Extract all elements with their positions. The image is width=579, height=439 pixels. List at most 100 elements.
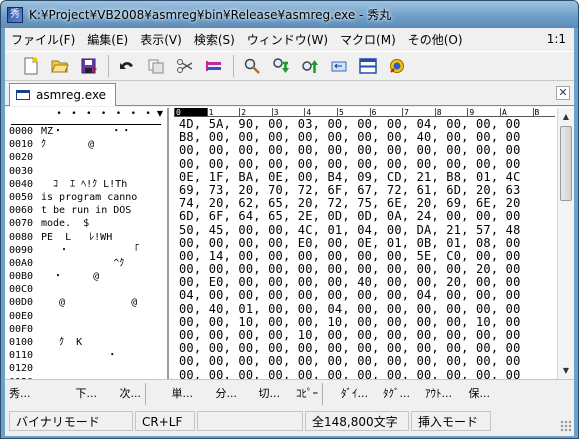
fkey-4[interactable]: 単... — [145, 382, 197, 405]
tab-asmreg[interactable]: asmreg.exe — [9, 83, 116, 106]
ascii-line: 00F0 — [9, 323, 139, 336]
hex-column-ruler: 0123456789AB — [174, 108, 555, 117]
ruler-column-label: 3 — [271, 108, 305, 117]
line-address: 0100 — [9, 337, 34, 348]
line-text: ｸ K — [41, 337, 83, 348]
ascii-line: 0030 — [9, 165, 139, 178]
fkey-2[interactable]: 下... — [43, 383, 101, 405]
menu-view[interactable]: 表示(V) — [134, 31, 188, 49]
split-window-icon — [359, 58, 377, 74]
line-address: 0080 — [9, 231, 34, 243]
return-icon — [331, 61, 347, 72]
ascii-line: 0090 ・ 「 — [9, 244, 139, 257]
hex-row: 6D, 6F, 64, 65, 2E, 0D, 0D, 0A, 24, 00, … — [179, 209, 521, 224]
line-text: @ @ — [41, 297, 138, 309]
line-address: 0110 — [9, 350, 34, 362]
fkey-3[interactable]: 次... — [101, 383, 145, 405]
app-window: 秀 K:¥Project¥VB2008¥asmreg¥bin¥Release¥a… — [0, 0, 579, 439]
ascii-line: 00A0 ^ｸ — [9, 257, 139, 270]
line-address: 0060 — [9, 205, 34, 217]
ascii-line: 00C0 — [9, 283, 139, 296]
line-text: ・ — [41, 350, 118, 362]
jump-back-button[interactable] — [327, 54, 351, 78]
menu-edit[interactable]: 編集(E) — [81, 31, 134, 49]
function-key-bar: 秀... 下... 次... 単... 分... 切... ｺﾋﾟｰ ﾀﾞｲ..… — [5, 379, 574, 407]
fkey-7[interactable]: ｺﾋﾟｰ — [284, 383, 322, 405]
line-address: 0010 — [9, 139, 34, 151]
fkey-10[interactable]: ｱｳﾄ... — [414, 383, 456, 405]
line-text: ^ｸ — [41, 257, 125, 269]
ascii-line: 0120 — [9, 362, 139, 375]
ruler-column-label: 6 — [369, 108, 403, 117]
hex-row: 00, 00, 00, 00, E0, 00, 0E, 01, 0B, 01, … — [179, 235, 521, 250]
hex-row: 0E, 1F, BA, 0E, 00, B4, 09, CD, 21, B8, … — [179, 169, 521, 184]
line-address: 0020 — [9, 152, 34, 164]
line-text: t be run in DOS — [41, 205, 132, 217]
fkey-6[interactable]: 切... — [241, 383, 284, 405]
scrollbar-thumb[interactable] — [560, 126, 572, 201]
fkey-11[interactable]: 保... — [456, 383, 494, 405]
ruler-column-label: 0 — [174, 108, 207, 117]
fkey-5[interactable]: 分... — [197, 383, 241, 405]
line-address: 00A0 — [9, 257, 34, 269]
ascii-pane[interactable]: • • • • • • • ▼ 0000 MZ・ ・・ 0010 ｸ @ 0020 003… — [5, 108, 169, 379]
menu-window[interactable]: ウィンドウ(W) — [241, 31, 334, 49]
document-window-icon — [16, 90, 30, 100]
ascii-line: 00E0 — [9, 310, 139, 323]
ascii-line: 0020 — [9, 151, 139, 164]
menu-search[interactable]: 検索(S) — [188, 31, 241, 49]
search-button[interactable] — [240, 54, 264, 78]
menu-file[interactable]: ファイル(F) — [5, 31, 81, 49]
fkey-1[interactable]: 秀... — [5, 383, 43, 405]
help-icon — [390, 59, 404, 73]
ascii-line: 0000 MZ・ ・・ — [9, 125, 139, 138]
scroll-down-arrow-icon[interactable]: ▼ — [558, 362, 574, 379]
hex-rows: 4D, 5A, 90, 00, 03, 00, 00, 00, 04, 00, … — [174, 117, 555, 379]
line-text: ｺ ｴ ﾍ!ｸ L!Th — [41, 178, 128, 190]
ruler-column-label: 4 — [304, 108, 337, 117]
line-address: 00D0 — [9, 297, 34, 309]
close-icon: ✕ — [558, 86, 568, 99]
open-button[interactable] — [48, 54, 72, 78]
search-up-icon — [302, 60, 318, 73]
undo-button[interactable] — [115, 54, 139, 78]
status-char-count: 全148,800文字 — [305, 411, 409, 431]
scroll-up-arrow-icon[interactable]: ▲ — [558, 108, 574, 125]
title-bar[interactable]: 秀 K:¥Project¥VB2008¥asmreg¥bin¥Release¥a… — [1, 1, 578, 28]
line-text: is program canno — [41, 191, 138, 203]
hex-row: 00, 00, 00, 00, 00, 00, 00, 00, 00, 00, … — [179, 354, 521, 369]
hex-pane[interactable]: 0123456789AB 4D, 5A, 90, 00, 03, 00, 00,… — [174, 108, 555, 379]
copy-button[interactable] — [144, 54, 168, 78]
client-area: ファイル(F) 編集(E) 表示(V) 検索(S) ウィンドウ(W) マクロ(M… — [5, 28, 574, 436]
new-file-icon — [24, 57, 38, 75]
menu-other[interactable]: その他(O) — [402, 31, 469, 49]
search-down-icon — [273, 58, 289, 73]
app-icon[interactable]: 秀 — [7, 6, 23, 23]
search-down-button[interactable] — [269, 54, 293, 78]
split-window-button[interactable] — [356, 54, 380, 78]
close-tab-button[interactable]: ✕ — [556, 86, 570, 100]
paste-button[interactable] — [202, 54, 226, 78]
ruler-column-label: 5 — [336, 108, 370, 117]
help-button[interactable] — [385, 54, 409, 78]
save-button[interactable] — [77, 54, 101, 78]
line-address: 0090 — [9, 244, 34, 256]
fkey-9[interactable]: ﾀｸﾞ... — [372, 383, 414, 405]
cut-button[interactable] — [173, 54, 197, 78]
hex-row: 00, 00, 00, 00, 00, 00, 00, 00, 00, 00, … — [179, 143, 521, 158]
hex-row: 00, 00, 00, 00, 00, 00, 00, 00, 00, 00, … — [179, 156, 521, 171]
ascii-line: 0040 ｺ ｴ ﾍ!ｸ L!Th — [9, 178, 139, 191]
ascii-line: 0050 is program canno — [9, 191, 139, 204]
editor-area: • • • • • • • ▼ 0000 MZ・ ・・ 0010 ｸ @ 0020 003… — [5, 107, 574, 379]
pane-arrow-icon[interactable]: ▼ — [157, 109, 163, 118]
line-text: ・ 「 — [41, 244, 140, 256]
new-file-button[interactable] — [19, 54, 43, 78]
vertical-scrollbar[interactable]: ▲ ▼ — [557, 108, 574, 379]
toolbar — [5, 51, 574, 81]
toolbar-separator — [108, 55, 109, 77]
status-empty — [197, 411, 303, 431]
resize-grip[interactable] — [560, 420, 572, 432]
fkey-8[interactable]: ﾀﾞｲ... — [322, 382, 372, 405]
menu-macro[interactable]: マクロ(M) — [334, 31, 402, 49]
search-up-button[interactable] — [298, 54, 322, 78]
